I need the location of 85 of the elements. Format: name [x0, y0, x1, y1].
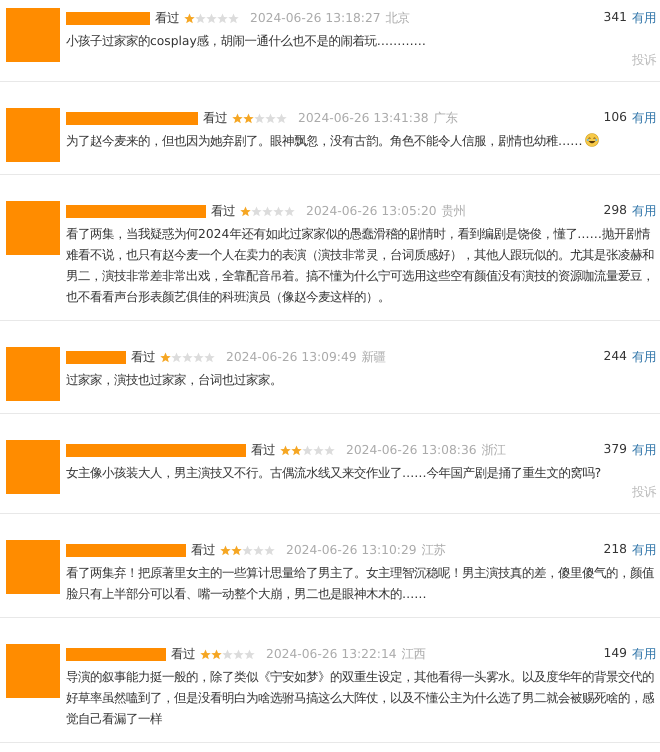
useful-link[interactable]: 有用	[632, 348, 656, 366]
avatar-redaction	[6, 540, 60, 594]
star-icon	[276, 112, 287, 124]
star-icon	[242, 544, 253, 556]
star-icon	[220, 544, 231, 556]
vote-count: 341	[604, 10, 627, 26]
star-icon	[254, 112, 265, 124]
star-icon	[264, 544, 275, 556]
review-location: 北京	[386, 10, 410, 26]
review-time: 2024-06-26 13:05:20	[306, 204, 437, 218]
review-time: 2024-06-26 13:41:38	[298, 111, 429, 125]
star-icon	[204, 352, 215, 362]
watched-label: 看过	[251, 442, 275, 458]
review-location: 贵州	[442, 202, 466, 220]
review-text: 看了两集，当我疑惑为何2024年还有如此过家家似的愚蠢滑稽的剧情时，看到编剧是饶俊，懂了……抛开剧情难看不说，也只有赵今麦一个人在卖力的表演（演技非常灵，台词质感好），其他人跟玩似的。尤其是张凌赫和男二，演技非常差非常出戏，全靠配音吊着。搞不懂为什么宁可选用这些空有颜值没有演技的资源咖流量爱豆，也不看看声台形表颜艺俱佳的科班演员（像赵今麦这样的）。	[66, 226, 655, 306]
review-time: 2024-06-26 13:10:29	[286, 543, 417, 557]
star-icon	[233, 648, 244, 660]
star-icon	[222, 648, 233, 660]
star-icon	[160, 352, 171, 362]
star-icon	[231, 544, 242, 556]
review-text: 看了两集弃！把原著里女主的一些算计思量给了男主了。女主理智沉稳呢！男主演技真的差，傻里傻气的，颜值脸只有上半部分可以看、嘴一动整个大崩，男二也是眼神木木的……	[66, 565, 655, 603]
avatar-redaction	[6, 8, 60, 62]
star-icon	[324, 444, 335, 456]
watched-label: 看过	[211, 202, 235, 220]
review-text: 为了赵今麦来的，但也因为她弃剧了。眼神飘忽，没有古韵。角色不能令人信服，剧情也幼稚……	[66, 131, 656, 152]
star-icon	[200, 648, 211, 660]
review-text: 小孩子过家家的cosplay感，胡闹一通什么也不是的闹着玩…………	[66, 33, 427, 50]
review-text: 导演的叙事能力挺一般的，除了类似《宁安如梦》的双重生设定，其他看得一头雾水。以及度华年的背景交代的好草率虽然嗑到了，但是没看明白为啥选驸马搞这么大阵仗，以及不懂公主为什么选了男二就会被赐死啥的，感觉自己看漏了一样	[66, 669, 656, 728]
vote-count: 379	[604, 442, 627, 458]
avatar-redaction	[6, 201, 60, 255]
review-time: 2024-06-26 13:08:36	[346, 443, 477, 457]
star-icon	[193, 352, 204, 362]
vote-count: 106	[604, 110, 627, 126]
star-icon	[313, 444, 324, 456]
star-icon	[182, 352, 193, 362]
avatar-redaction	[6, 440, 60, 494]
useful-link[interactable]: 有用	[632, 110, 656, 126]
review-time: 2024-06-26 13:18:27	[250, 11, 381, 25]
watched-label: 看过	[171, 646, 195, 662]
watched-label: 看过	[131, 348, 155, 366]
avatar-redaction	[6, 108, 60, 162]
watched-label: 看过	[191, 542, 215, 558]
vote-count: 218	[604, 542, 627, 558]
star-icon	[251, 206, 262, 216]
star-icon	[232, 112, 243, 124]
star-icon	[184, 12, 195, 24]
star-icon	[244, 648, 255, 660]
vote-count: 149	[604, 646, 627, 662]
star-icon	[302, 444, 313, 456]
useful-link[interactable]: 有用	[632, 202, 656, 220]
useful-link[interactable]: 有用	[632, 542, 656, 558]
watched-label: 看过	[203, 110, 227, 126]
vote-count: 298	[604, 202, 627, 218]
star-icon	[253, 544, 264, 556]
review-location: 江西	[402, 646, 426, 662]
star-icon	[228, 12, 239, 24]
star-icon	[171, 352, 182, 362]
star-icon	[284, 206, 295, 216]
review-text: 女主像小孩装大人，男主演技又不行。古偶流水线又来交作业了……今年国产剧是捅了重生文的窝吗?	[66, 465, 602, 482]
star-icon	[291, 444, 302, 456]
review-time: 2024-06-26 13:09:49	[226, 350, 357, 364]
star-icon	[211, 648, 222, 660]
watched-label: 看过	[155, 10, 179, 26]
avatar-redaction	[6, 644, 60, 698]
avatar-redaction	[6, 347, 60, 401]
review-location: 江苏	[422, 542, 446, 558]
star-icon	[243, 112, 254, 124]
star-icon	[217, 12, 228, 24]
username-redaction	[66, 350, 126, 364]
star-icon	[262, 206, 273, 216]
review-location: 新疆	[362, 348, 386, 366]
review-location: 广东	[434, 110, 458, 126]
star-icon	[240, 206, 251, 216]
star-icon	[195, 12, 206, 24]
star-icon	[265, 112, 276, 124]
star-icon	[273, 206, 284, 216]
star-icon	[280, 444, 291, 456]
review-location: 浙江	[482, 442, 506, 458]
useful-link[interactable]: 有用	[632, 10, 656, 26]
vote-count: 244	[604, 348, 627, 364]
star-icon	[206, 12, 217, 24]
useful-link[interactable]: 有用	[632, 442, 656, 458]
review-time: 2024-06-26 13:22:14	[266, 647, 397, 661]
review-text: 过家家，演技也过家家，台词也过家家。	[66, 372, 283, 389]
useful-link[interactable]: 有用	[632, 646, 656, 662]
